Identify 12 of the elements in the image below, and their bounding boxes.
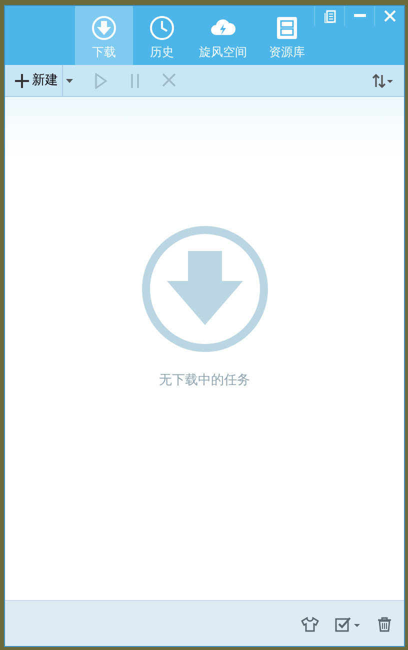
caret-icon[interactable] [62, 65, 76, 96]
history-icon [149, 15, 175, 41]
download-icon [91, 15, 117, 41]
new-button[interactable]: 新建 [11, 65, 62, 96]
download-icon [140, 225, 268, 353]
cabinet-icon [275, 15, 299, 41]
tab[interactable]: 旋风空间 [191, 6, 255, 65]
tab[interactable]: 历史 [133, 6, 191, 65]
tab[interactable]: 下载 [75, 6, 133, 65]
tab[interactable]: 资源库 [255, 6, 319, 65]
empty-message: 无下载中的任务 [159, 372, 250, 390]
plus-icon [15, 74, 29, 88]
